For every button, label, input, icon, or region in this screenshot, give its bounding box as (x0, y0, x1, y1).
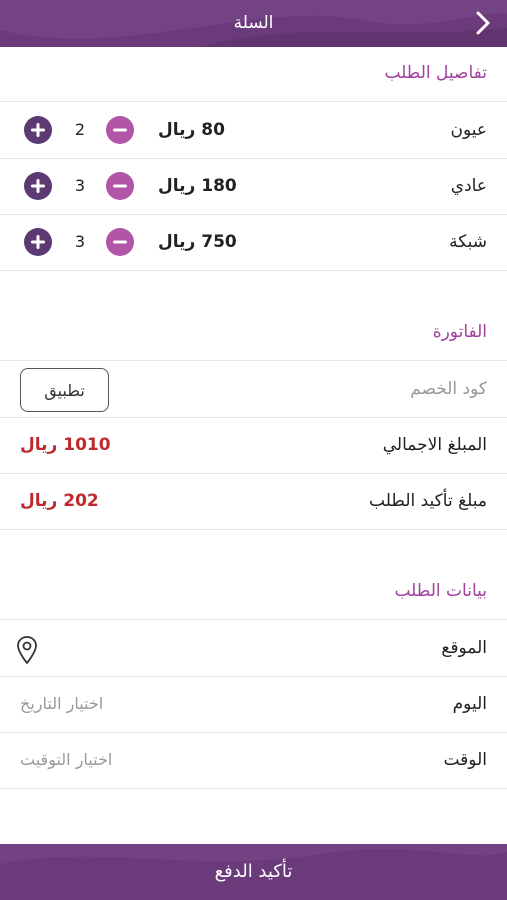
item-name: عيون (450, 120, 487, 140)
item-name: عادي (450, 176, 487, 196)
day-row: اليوم اختيار التاريخ (0, 676, 507, 733)
date-picker[interactable]: اختيار التاريخ (20, 676, 103, 732)
plus-icon (31, 235, 45, 249)
item-price: 750 ريال (158, 232, 237, 252)
order-details-heading: تفاصيل الطلب (384, 63, 487, 83)
item-quantity: 2 (74, 120, 86, 139)
location-pin-icon[interactable] (16, 635, 38, 665)
chevron-right-icon[interactable] (471, 11, 495, 35)
apply-discount-button[interactable]: تطبيق (20, 368, 109, 412)
cart-item-row: عادي 180 ريال 3 (0, 158, 507, 215)
total-amount-label: المبلغ الاجمالي (382, 435, 487, 455)
cart-item-row: عيون 80 ريال 2 (0, 102, 507, 159)
item-price: 180 ريال (158, 176, 237, 196)
increase-quantity-button[interactable] (24, 228, 52, 256)
time-label: الوقت (443, 750, 487, 770)
page-title: السلة (233, 13, 274, 33)
location-label: الموقع (441, 638, 487, 658)
time-picker[interactable]: اختيار التوقيت (20, 732, 112, 788)
order-data-heading: بيانات الطلب (394, 581, 487, 601)
decrease-quantity-button[interactable] (106, 228, 134, 256)
cart-item-row: شبكة 750 ريال 3 (0, 214, 507, 271)
decrease-quantity-button[interactable] (106, 172, 134, 200)
increase-quantity-button[interactable] (24, 116, 52, 144)
confirm-payment-button[interactable]: تأكيد الدفع (0, 844, 507, 900)
confirmation-amount-row: مبلغ تأكيد الطلب 202 ريال (0, 473, 507, 530)
confirm-payment-label: تأكيد الدفع (214, 861, 293, 882)
minus-icon (113, 240, 127, 244)
item-quantity: 3 (74, 232, 86, 251)
day-label: اليوم (452, 694, 487, 714)
decrease-quantity-button[interactable] (106, 116, 134, 144)
top-bar: السلة (0, 0, 507, 47)
time-row: الوقت اختيار التوقيت (0, 732, 507, 789)
item-quantity: 3 (74, 176, 86, 195)
confirmation-amount-value: 202 ريال (20, 491, 99, 511)
location-row[interactable]: الموقع (0, 620, 507, 677)
minus-icon (113, 128, 127, 132)
discount-code-row: كود الخصم تطبيق (0, 361, 507, 418)
increase-quantity-button[interactable] (24, 172, 52, 200)
plus-icon (31, 123, 45, 137)
item-name: شبكة (449, 232, 487, 252)
total-amount-row: المبلغ الاجمالي 1010 ريال (0, 417, 507, 474)
total-amount-value: 1010 ريال (20, 435, 111, 455)
confirmation-amount-label: مبلغ تأكيد الطلب (369, 491, 487, 511)
minus-icon (113, 184, 127, 188)
plus-icon (31, 179, 45, 193)
invoice-heading: الفاتورة (432, 322, 487, 342)
discount-code-input[interactable]: كود الخصم (410, 361, 487, 417)
item-price: 80 ريال (158, 120, 225, 140)
